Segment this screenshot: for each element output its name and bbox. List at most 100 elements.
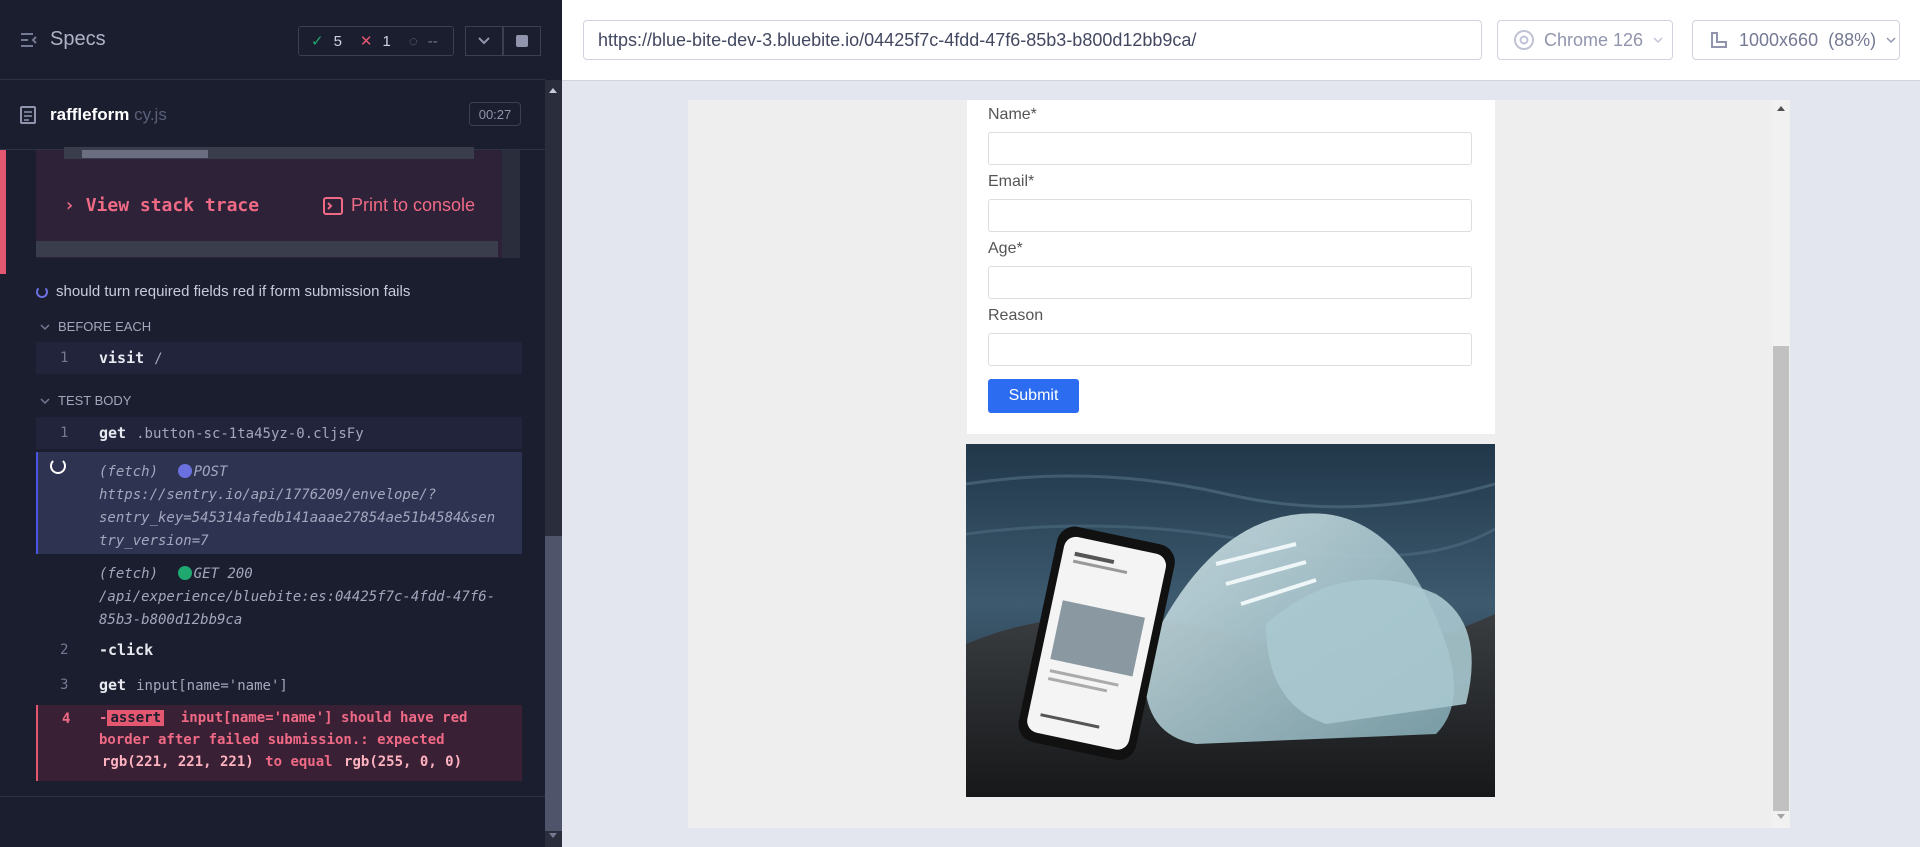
code-frame-scroll-thumb[interactable]	[82, 150, 208, 158]
command-number: 1	[60, 350, 69, 366]
stop-icon	[516, 35, 528, 47]
pending-count: --	[427, 32, 438, 50]
error-vertical-scrollbar[interactable]	[502, 150, 520, 258]
viewport-size: 1000x660	[1739, 29, 1819, 50]
command-name: get .button-sc-1ta45yz-0.cljsFy	[99, 424, 364, 442]
browser-label: Chrome 126	[1544, 29, 1644, 50]
chevron-down-icon	[40, 323, 50, 330]
spec-duration: 00:27	[469, 102, 521, 126]
assert-message: to equal	[265, 754, 333, 770]
test-stats: ✓ 5 ✕ 1 ◌ --	[298, 26, 454, 56]
before-each-label: BEFORE EACH	[58, 319, 152, 334]
command-row[interactable]: (fetch) GET 200 /api/experience/bluebite…	[36, 556, 522, 632]
expand-toggle-button[interactable]	[465, 26, 503, 56]
file-icon	[20, 106, 36, 124]
command-number: 4	[62, 711, 71, 727]
print-to-console-label: Print to console	[351, 195, 476, 215]
email-input[interactable]	[988, 199, 1472, 232]
test-body-label: TEST BODY	[58, 393, 132, 408]
scroll-down-arrow-icon[interactable]	[1776, 813, 1786, 821]
aut-header-divider	[562, 80, 1920, 81]
command-number: 1	[60, 425, 69, 441]
pending-dot-icon	[177, 464, 192, 478]
passed-count: 5	[333, 32, 342, 50]
command-click: -click	[99, 641, 154, 659]
error-horizontal-scrollbar[interactable]	[36, 241, 498, 257]
submit-button[interactable]: Submit	[988, 379, 1079, 413]
viewport-selector[interactable]: 1000x660 (88%)	[1692, 20, 1900, 60]
command-name: get input[name='name']	[99, 676, 288, 694]
spec-name: raffleform	[50, 105, 130, 124]
fetch-method: POST	[193, 464, 228, 480]
chevron-down-icon	[478, 37, 490, 45]
command-get: get	[99, 424, 127, 442]
test-title-text: should turn required fields red if form …	[56, 283, 411, 300]
command-arg: input[name='name']	[136, 678, 288, 694]
command-number: 3	[60, 677, 69, 693]
chevron-right-icon: ›	[64, 195, 75, 216]
running-spinner-icon	[36, 285, 48, 298]
pending-spinner-icon	[50, 458, 66, 474]
command-row-active[interactable]: (fetch) POST https://sentry.io/api/17762…	[36, 452, 522, 554]
reporter-panel: Specs ✓ 5 ✕ 1 ◌ -- raffleform cy.js 00:2…	[0, 0, 562, 847]
scroll-up-arrow-icon[interactable]	[1776, 104, 1786, 112]
fetch-url-line: 85b3-b800d12bb9ca	[99, 612, 243, 628]
test-body-header[interactable]: TEST BODY	[40, 393, 131, 408]
assert-badge: assert	[107, 710, 165, 726]
fetch-url-line: /api/experience/bluebite:es:04425f7c-4fd…	[99, 589, 496, 605]
error-indicator-bar	[0, 150, 6, 274]
stack-trace-label: View stack trace	[85, 195, 260, 216]
print-to-console-button[interactable]: Print to console	[323, 195, 475, 216]
reason-input[interactable]	[988, 333, 1472, 366]
command-name: visit /	[99, 349, 163, 367]
test-title[interactable]: should turn required fields red if form …	[36, 283, 410, 300]
name-label: Name*	[988, 106, 1037, 123]
fetch-url-line: https://sentry.io/api/1776209/envelope/?	[99, 487, 437, 503]
command-row[interactable]: 3 get input[name='name']	[36, 668, 522, 702]
spec-title[interactable]: raffleform cy.js	[50, 105, 167, 125]
before-each-hook-header[interactable]: BEFORE EACH	[40, 319, 151, 334]
ruler-icon	[1711, 32, 1727, 48]
specs-link[interactable]: Specs	[20, 28, 106, 51]
command-number: 2	[60, 642, 69, 658]
stop-button[interactable]	[503, 26, 541, 56]
fetch-label: (fetch)	[99, 464, 159, 480]
age-label: Age*	[988, 240, 1023, 257]
fetch-label: (fetch)	[99, 566, 159, 582]
product-image	[966, 444, 1495, 797]
failed-x-icon: ✕	[359, 33, 373, 50]
reason-label: Reason	[988, 307, 1044, 324]
command-row[interactable]: 2 -click	[36, 633, 522, 667]
age-input[interactable]	[988, 266, 1472, 299]
assert-message: border after failed submission.: expecte…	[99, 732, 445, 748]
specs-label: Specs	[50, 28, 106, 50]
reporter-scroll-thumb[interactable]	[545, 536, 562, 831]
command-row[interactable]: 1 visit /	[36, 342, 522, 374]
browser-selector[interactable]: Chrome 126	[1497, 20, 1673, 60]
scroll-up-arrow-icon[interactable]	[548, 86, 558, 94]
failed-count: 1	[382, 32, 391, 50]
fetch-method: GET 200	[193, 566, 253, 582]
command-visit: visit	[99, 349, 145, 367]
success-dot-icon	[177, 566, 192, 580]
fetch-url-line: sentry_key=545314afedb141aaae27854ae51b4…	[99, 510, 496, 526]
email-label: Email*	[988, 173, 1035, 190]
chevron-down-icon	[1653, 37, 1663, 44]
url-bar[interactable]: https://blue-bite-dev-3.bluebite.io/0442…	[583, 20, 1482, 60]
scroll-down-arrow-icon[interactable]	[548, 832, 558, 840]
assert-expected-value: rgb(255, 0, 0)	[341, 754, 466, 770]
zoom-level: (88%)	[1828, 29, 1877, 50]
view-stack-trace-button[interactable]: › View stack trace	[64, 195, 259, 216]
pending-spinner-icon: ◌	[408, 32, 418, 50]
chevron-down-icon	[40, 397, 50, 404]
fetch-url-line: try_version=7	[99, 533, 209, 549]
terminal-icon	[323, 196, 343, 215]
name-input[interactable]	[988, 132, 1472, 165]
app-scroll-thumb[interactable]	[1773, 346, 1789, 811]
assert-message: input[name='name'] should have red	[180, 710, 468, 726]
command-row-failed[interactable]: 4 - assert input[name='name'] should have…	[36, 705, 522, 781]
divider	[0, 796, 545, 797]
command-row[interactable]: 1 get .button-sc-1ta45yz-0.cljsFy	[36, 417, 522, 449]
specs-menu-icon	[21, 32, 37, 47]
command-arg: .button-sc-1ta45yz-0.cljsFy	[136, 426, 364, 442]
